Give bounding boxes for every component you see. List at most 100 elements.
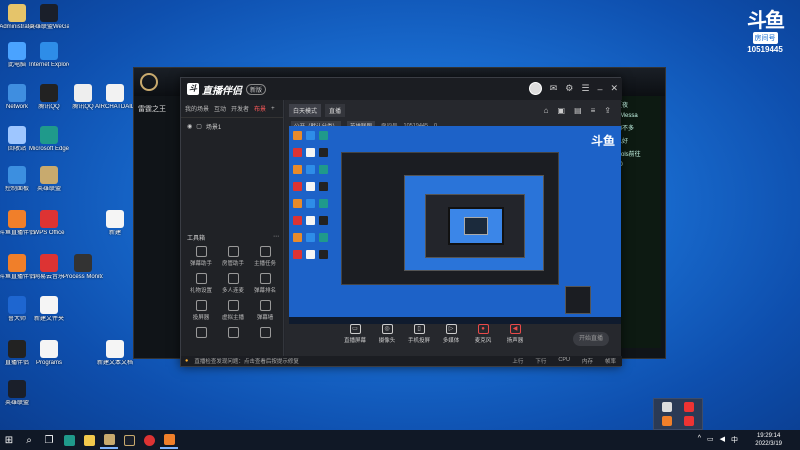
volume-icon[interactable]: ◀ <box>720 435 725 445</box>
file-explorer-icon[interactable] <box>80 431 98 449</box>
lock-icon[interactable]: ⌂ <box>544 106 549 115</box>
desktop-icon[interactable]: 腾讯QQ <box>66 82 100 120</box>
preview-icon <box>306 131 315 140</box>
tray-app-icon[interactable] <box>661 402 672 413</box>
network-icon[interactable]: ▭ <box>707 435 714 445</box>
toolbox-item[interactable]: 弹幕排名 <box>249 273 281 294</box>
desktop-icon[interactable]: Administrator <box>0 2 35 40</box>
desktop-icon[interactable]: 新建文本文档 <box>97 338 133 376</box>
desktop-icon[interactable]: 此电脑 <box>0 40 34 78</box>
layout-icon[interactable]: ▣ <box>558 106 566 115</box>
desktop-icon-image <box>40 254 58 272</box>
desktop-icon[interactable]: Microsoft Edge <box>29 124 69 162</box>
ime-label[interactable]: 中 <box>731 435 738 445</box>
chevron-up-icon[interactable]: ^ <box>698 435 701 445</box>
preview-icon <box>293 148 302 157</box>
toolbox-item[interactable] <box>185 327 217 340</box>
desktop-icon[interactable]: Process Monitor <box>63 252 103 290</box>
tool-label: 弹幕助手 <box>189 261 212 267</box>
start-stream-button[interactable]: 开始直播 <box>573 332 609 346</box>
mail-icon[interactable]: ✉ <box>550 83 558 94</box>
status-warning[interactable]: 直播检查发现问题：点击查看后按提示修复 <box>194 357 299 365</box>
task-view-icon[interactable]: ❐ <box>40 431 58 449</box>
user-avatar[interactable] <box>528 82 542 95</box>
microphone-button[interactable]: ● 麦克风 <box>471 324 495 344</box>
toolbox-item[interactable] <box>217 327 249 340</box>
screen-capture-button[interactable]: ▭ 直播屏幕 <box>343 324 367 344</box>
desktop-icon[interactable]: Programs <box>32 338 66 376</box>
tool-label: 弹幕墙 <box>256 315 274 321</box>
toolbox-item[interactable]: 投屏器 <box>185 300 217 321</box>
minimize-icon[interactable]: – <box>597 84 602 94</box>
desktop-icon[interactable]: 回收站 <box>0 124 34 162</box>
stream-preview[interactable]: 斗鱼 <box>289 126 621 324</box>
tab-developer[interactable]: 开发者 <box>231 104 249 113</box>
toolbox-item[interactable]: 弹幕墙 <box>249 300 281 321</box>
close-icon[interactable]: ✕ <box>610 83 618 94</box>
desktop-icon[interactable]: WPS Office <box>32 208 66 246</box>
douyu-app-icon[interactable] <box>160 431 178 449</box>
settings-icon[interactable]: ⚙ <box>565 83 573 94</box>
desktop-icon[interactable]: 网易云音乐 <box>32 252 66 290</box>
toolbox-item[interactable]: 弹幕助手 <box>185 246 217 267</box>
desktop-icon-image <box>74 84 92 102</box>
chat-line: XMessa <box>616 113 638 119</box>
tray-app-icon[interactable] <box>661 415 672 426</box>
desktop-icon[interactable]: 新建文件夹 <box>32 294 66 332</box>
league-icon[interactable] <box>100 431 118 449</box>
tray-app-icon[interactable] <box>684 415 695 426</box>
camera-button[interactable]: ◎ 摄像头 <box>375 324 399 344</box>
search-icon[interactable]: ⌕ <box>20 431 38 449</box>
phone-cast-button[interactable]: ▯ 手机投屏 <box>407 324 431 344</box>
start-button[interactable]: ⊞ <box>0 431 18 449</box>
eye-icon[interactable]: ◉ <box>187 123 192 130</box>
clock[interactable]: 19:29:14 2022/3/19 <box>755 432 782 448</box>
speaker-button[interactable]: ◀ 扬声器 <box>503 324 527 344</box>
desktop-icon[interactable]: 英雄联盟 <box>32 164 66 202</box>
menu-icon[interactable]: ☰ <box>581 83 589 94</box>
desktop-icon[interactable]: 腾讯QQ <box>32 82 66 120</box>
version-badge[interactable]: 新版 <box>246 83 267 95</box>
app-titlebar[interactable]: 斗 直播伴侣 新版 ✉ ⚙ ☰ – ✕ <box>181 78 622 100</box>
netease-music-icon[interactable] <box>140 431 158 449</box>
tab-live[interactable]: 直播 <box>325 104 346 117</box>
desktop-icon[interactable]: Network <box>0 82 34 120</box>
toolbox-item[interactable]: 主播任务 <box>249 246 281 267</box>
tab-interact[interactable]: 互动 <box>214 104 226 113</box>
desktop-icon[interactable]: Internet Explorer <box>29 40 69 78</box>
edge-icon[interactable] <box>60 431 78 449</box>
toolbox-item[interactable] <box>249 327 281 340</box>
media-button[interactable]: ▷ 多媒体 <box>439 324 463 344</box>
more-icon[interactable]: ⋯ <box>273 233 279 242</box>
chart-icon[interactable]: ≡ <box>591 106 596 115</box>
desktop-icon[interactable]: 新建 <box>98 208 132 246</box>
desktop-icon[interactable]: 鲁大师 <box>0 294 34 332</box>
toolbox-item[interactable]: 虚拟主播 <box>217 300 249 321</box>
chat-line: 么好 <box>616 139 629 145</box>
wegame-icon[interactable] <box>120 431 138 449</box>
desktop-icon[interactable]: 控制面板 <box>0 164 34 202</box>
tray-app-icon[interactable] <box>684 402 695 413</box>
tab-day-mode[interactable]: 白天模式 <box>289 104 322 117</box>
desktop-icon[interactable]: 直播伴侣 <box>0 338 34 376</box>
toolbox-item[interactable]: 房管助手 <box>217 246 249 267</box>
toolbox-item[interactable]: 礼物设置 <box>185 273 217 294</box>
preview-icon <box>306 165 315 174</box>
desktop-icon[interactable]: 英雄联盟 <box>0 378 34 416</box>
tab-my-scenes[interactable]: 我的场景 <box>185 104 209 113</box>
share-icon[interactable]: ⇪ <box>604 106 611 115</box>
streaming-app-window[interactable]: 斗 直播伴侣 新版 ✉ ⚙ ☰ – ✕ 我的场景 互动 开发者 布景 + ◉ ▢… <box>180 77 622 367</box>
cart-icon[interactable]: ▤ <box>574 106 582 115</box>
desktop-icon[interactable]: 斗鱼直播伴侣 <box>0 252 35 290</box>
scene-item[interactable]: ◉ ▢ 场景1 <box>181 118 283 135</box>
add-tab-icon[interactable]: + <box>271 106 275 112</box>
desktop-icon[interactable]: AIRCHATDAILY <box>95 82 135 120</box>
desktop-icon[interactable]: 英雄联盟WeGame版 <box>29 2 69 40</box>
recursive-preview-5 <box>464 217 488 235</box>
tab-layout[interactable]: 布景 <box>254 104 266 113</box>
clock-date: 2022/3/19 <box>755 441 782 447</box>
lock-icon[interactable]: ▢ <box>196 123 202 130</box>
toolbox-item[interactable]: 多人连麦 <box>217 273 249 294</box>
ctrl-label: 直播屏幕 <box>343 338 366 344</box>
desktop-icon[interactable]: 斗鱼直播伴侣 <box>0 208 35 246</box>
